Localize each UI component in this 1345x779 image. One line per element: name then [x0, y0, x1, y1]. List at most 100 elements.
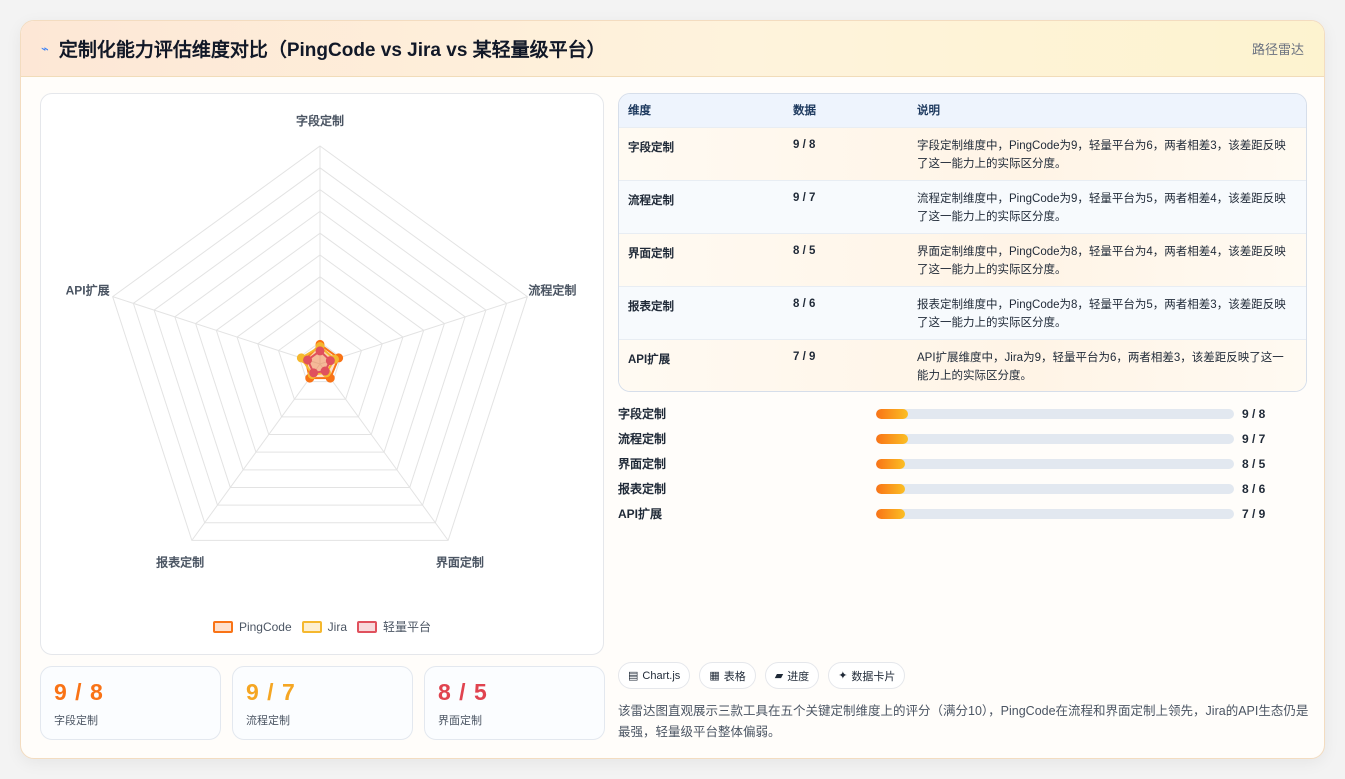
- stat-value: 9 / 7: [246, 679, 296, 705]
- progress-fill: [876, 458, 905, 469]
- data-point: [315, 346, 325, 356]
- stat-cards: 9 / 8 字段定制 9 / 7 流程定制 8 / 5 界面定制: [40, 666, 605, 740]
- progress-fill: [876, 508, 905, 519]
- chip-data-card[interactable]: ✦ 数据卡片: [828, 662, 906, 689]
- legend-swatch: [212, 620, 233, 633]
- stat-card: 9 / 7 流程定制: [232, 666, 413, 740]
- stat-label: 界面定制: [438, 715, 482, 727]
- table-row: 报表定制 8 / 6 报表定制维度中，PingCode为8，轻量平台为5，两者相…: [619, 286, 1306, 339]
- line-chart-icon: ⌁: [41, 40, 49, 56]
- chip-label: 进度: [787, 670, 810, 683]
- summary-text: 该雷达图直观展示三款工具在五个关键定制维度上的评分（满分10），PingCode…: [618, 704, 1309, 739]
- progress-track: [876, 458, 1234, 469]
- progress-track: [876, 433, 1234, 444]
- table-row: API扩展 7 / 9 API扩展维度中，Jira为9，轻量平台为6，两者相差3…: [619, 339, 1306, 391]
- axis-label: 字段定制: [296, 113, 344, 128]
- legend-label: 轻量平台: [383, 620, 432, 634]
- legend-item[interactable]: Jira: [301, 618, 347, 635]
- progress-icon: ▰: [774, 670, 784, 682]
- stat-value: 8 / 5: [438, 679, 488, 705]
- progress-value: 8 / 6: [1242, 481, 1266, 496]
- cell-dimension: 界面定制: [628, 247, 674, 260]
- chart-legend: PingCode Jira 轻量平台: [41, 618, 603, 635]
- progress-row: 字段定制 9 / 8: [618, 401, 1278, 426]
- progress-track: [876, 508, 1234, 519]
- radar-chart-panel: 字段定制流程定制界面定制 报表定制 API扩展 PingCode Jira 轻量平台: [40, 93, 604, 655]
- data-point: [325, 356, 335, 366]
- stat-card: 9 / 8 字段定制: [40, 666, 221, 740]
- table-row: 字段定制 9 / 8 字段定制维度中，PingCode为9，轻量平台为6，两者相…: [619, 127, 1306, 180]
- chip-table[interactable]: ▦ 表格: [699, 662, 756, 689]
- column-header: 维度: [628, 105, 651, 118]
- cell-dimension: API扩展: [628, 353, 671, 366]
- cell-data: 8 / 5: [793, 244, 816, 257]
- cell-data: 8 / 6: [793, 297, 816, 310]
- progress-row: API扩展 7 / 9: [618, 501, 1278, 526]
- data-point: [309, 368, 319, 378]
- progress-value: 9 / 7: [1242, 431, 1266, 446]
- axis-label: 流程定制: [528, 282, 576, 297]
- chip-label: 数据卡片: [851, 670, 896, 683]
- legend-swatch: [357, 620, 378, 633]
- cell-description: 界面定制维度中，PingCode为8，轻量平台为4，两者相差4，该差距反映了这一…: [917, 245, 1286, 276]
- chip-label: Chart.js: [642, 669, 681, 682]
- page-title: 定制化能力评估维度对比（PingCode vs Jira vs 某轻量级平台）: [58, 40, 606, 61]
- chip-chartjs[interactable]: ▤ Chart.js: [618, 662, 691, 689]
- progress-label: 报表定制: [618, 482, 667, 496]
- tag-chips: ▤ Chart.js ▦ 表格 ▰ 进度 ✦ 数据卡片: [618, 662, 906, 689]
- axis-label: 界面定制: [436, 555, 484, 570]
- data-point: [320, 366, 330, 376]
- cell-dimension: 流程定制: [628, 194, 674, 207]
- stat-card: 8 / 5 界面定制: [424, 666, 605, 740]
- stat-value: 9 / 8: [54, 679, 104, 705]
- progress-label: 界面定制: [618, 457, 667, 471]
- legend-item[interactable]: 轻量平台: [357, 618, 431, 635]
- chip-progress[interactable]: ▰ 进度: [764, 662, 820, 689]
- progress-value: 9 / 8: [1242, 406, 1266, 421]
- legend-item[interactable]: PingCode: [212, 618, 292, 635]
- header: ⌁ 定制化能力评估维度对比（PingCode vs Jira vs 某轻量级平台…: [21, 21, 1324, 77]
- table-icon: ▦: [709, 670, 720, 682]
- progress-value: 7 / 9: [1242, 506, 1266, 521]
- comparison-table: 维度 数据 说明 字段定制 9 / 8 字段定制维度中，PingCode为9，轻…: [618, 93, 1307, 392]
- stat-label: 字段定制: [54, 715, 98, 727]
- progress-track: [876, 408, 1234, 419]
- radar-spoke: [319, 296, 528, 365]
- cell-description: 报表定制维度中，PingCode为8，轻量平台为5，两者相差3，该差距反映了这一…: [917, 298, 1286, 329]
- title-wrap: ⌁ 定制化能力评估维度对比（PingCode vs Jira vs 某轻量级平台…: [41, 35, 606, 62]
- progress-value: 8 / 5: [1242, 456, 1266, 471]
- progress-row: 报表定制 8 / 6: [618, 476, 1278, 501]
- chart-icon: ▤: [628, 670, 639, 682]
- progress-fill: [876, 408, 909, 419]
- progress-track: [876, 483, 1234, 494]
- radar-chart: 字段定制流程定制界面定制 报表定制 API扩展: [66, 113, 577, 570]
- card-icon: ✦: [838, 670, 848, 682]
- radar-spoke: [112, 296, 321, 365]
- progress-label: 流程定制: [618, 432, 667, 446]
- cell-description: 字段定制维度中，PingCode为9，轻量平台为6，两者相差3，该差距反映了这一…: [917, 139, 1286, 170]
- chip-label: 表格: [723, 670, 746, 683]
- progress-row: 界面定制 8 / 5: [618, 451, 1278, 476]
- header-tag: 路径雷达: [1251, 42, 1304, 57]
- progress-list: 字段定制 9 / 8 流程定制 9 / 7 界面定制 8 / 5 报表定制 8 …: [618, 401, 1278, 526]
- progress-label: 字段定制: [618, 407, 667, 421]
- cell-dimension: 报表定制: [628, 300, 674, 313]
- legend-label: PingCode: [238, 619, 292, 634]
- cell-description: API扩展维度中，Jira为9，轻量平台为6，两者相差3，该差距反映了这一能力上…: [917, 351, 1284, 382]
- table-header-row: 维度 数据 说明: [619, 94, 1306, 127]
- table-row: 界面定制 8 / 5 界面定制维度中，PingCode为8，轻量平台为4，两者相…: [619, 233, 1306, 286]
- cell-description: 流程定制维度中，PingCode为9，轻量平台为5，两者相差4，该差距反映了这一…: [917, 192, 1286, 223]
- progress-row: 流程定制 9 / 7: [618, 426, 1278, 451]
- table-row: 流程定制 9 / 7 流程定制维度中，PingCode为9，轻量平台为5，两者相…: [619, 180, 1306, 233]
- data-point: [303, 355, 313, 365]
- progress-fill: [876, 483, 905, 494]
- axis-label: API扩展: [66, 282, 110, 297]
- cell-data: 9 / 8: [793, 138, 816, 151]
- stat-label: 流程定制: [246, 715, 290, 727]
- progress-fill: [876, 433, 909, 444]
- dashboard-card: ⌁ 定制化能力评估维度对比（PingCode vs Jira vs 某轻量级平台…: [20, 20, 1325, 759]
- column-header: 数据: [793, 105, 816, 118]
- cell-data: 9 / 7: [793, 191, 816, 204]
- axis-label: 报表定制: [156, 555, 204, 570]
- cell-dimension: 字段定制: [628, 141, 674, 154]
